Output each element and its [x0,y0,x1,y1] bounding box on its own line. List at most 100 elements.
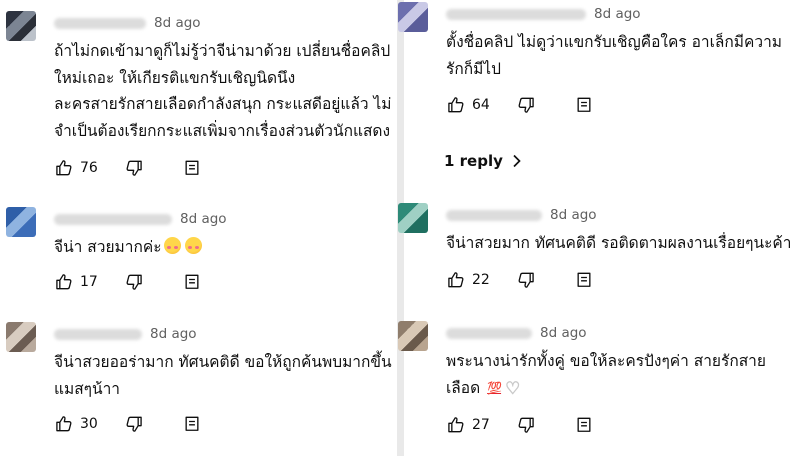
reply-button[interactable] [574,415,594,435]
comment-header: 8d ago [54,11,201,35]
comment-header: 8d ago [54,207,227,231]
reply-button[interactable] [182,272,202,292]
comment-time: 8d ago [540,325,587,341]
comment-reply-icon [577,417,591,432]
like-count: 64 [472,97,490,113]
comment-text: ถ้าไม่กดเข้ามาดูก็ไม่รู้ว่าจีน่ามาด้วย เ… [54,38,392,144]
author-name-blurred[interactable] [446,8,586,20]
comment-text: ตั้งชื่อคลิป ไม่ดูว่าแขกรับเชิญคือใคร อา… [446,29,782,82]
reply-button[interactable] [574,95,594,115]
thumbs-down-icon [126,416,142,432]
thumbs-down-icon [126,160,142,176]
comment-actions: 22 [446,269,594,291]
avatar[interactable] [6,322,36,352]
comment-thread: 8d ago จีน่าสวยออร่ามาก ทัศนคติดี ขอให้ถ… [6,322,396,442]
comment-actions: 27 [446,414,594,436]
like-count: 22 [472,272,490,288]
avatar[interactable] [398,2,428,32]
dislike-button[interactable] [516,415,536,435]
comment-reply-icon [185,274,199,289]
author-name-blurred[interactable] [54,17,146,29]
dislike-button[interactable] [124,158,144,178]
comment-line: จีน่า สวยมากค่ะ [54,238,162,256]
comment-actions: 30 [54,413,202,435]
thumbs-down-icon [518,272,534,288]
comment-text: พระนางน่ารักทั้งคู่ ขอให้ละครปังๆค่า สาย… [446,348,766,402]
avatar[interactable] [6,207,36,237]
comment-text: จีน่าสวยมาก ทัศนคติดี รอติดตามผลงานเรื่อ… [446,230,791,257]
white-heart-icon: ♡ [505,378,521,399]
comment-text: จีน่า สวยมากค่ะ [54,234,202,261]
comment-line: แมสๆน้าา [54,379,120,398]
like-button[interactable]: 17 [54,272,98,292]
comment-line-with-emoji: จีน่า สวยมากค่ะ [54,234,202,261]
chevron-right-icon [513,154,521,168]
comment-line: เลือด [446,378,481,397]
thumbs-up-icon [56,416,72,432]
thumbs-up-icon [448,97,464,113]
dislike-button[interactable] [124,272,144,292]
comment-line: ละครสายรักสายเลือดกำลังสนุก กระแสดีอยู่แ… [54,95,392,113]
comment-reply-icon [185,160,199,175]
smiling-face-with-hearts-icon [184,237,202,254]
comment-time: 8d ago [550,207,597,223]
hundred-points-icon: 💯 [487,380,502,395]
comment-actions: 64 [446,94,594,116]
comment-time: 8d ago [180,211,227,227]
comment-text: จีน่าสวยออร่ามาก ทัศนคติดี ขอให้ถูกค้นพบ… [54,349,392,402]
author-name-blurred[interactable] [446,209,542,221]
thumbs-up-icon [448,272,464,288]
avatar[interactable] [6,11,36,41]
thumbs-down-icon [518,97,534,113]
thumbs-down-icon [518,417,534,433]
comment-line: ถ้าไม่กดเข้ามาดูก็ไม่รู้ว่าจีน่ามาด้วย เ… [54,42,391,60]
reply-button[interactable] [182,414,202,434]
comment-line: ตั้งชื่อคลิป ไม่ดูว่าแขกรับเชิญคือใคร อา… [446,33,783,51]
comment-thread: 8d ago ตั้งชื่อคลิป ไม่ดูว่าแขกรับเชิญคื… [398,2,798,132]
like-button[interactable]: 22 [446,270,490,290]
reply-button[interactable] [574,270,594,290]
like-count: 27 [472,417,490,433]
comment-thread: 8d ago ถ้าไม่กดเข้ามาดูก็ไม่รู้ว่าจีน่าม… [6,11,396,183]
like-button[interactable]: 64 [446,95,490,115]
comment-line: ใหม่เถอะ ให้เกียรติแขกรับเชิญนิดนึง [54,68,296,87]
comment-reply-icon [577,97,591,112]
view-replies-button[interactable]: 1 reply [444,152,522,170]
comment-time: 8d ago [594,6,641,22]
comment-header: 8d ago [54,322,197,346]
dislike-button[interactable] [516,95,536,115]
comment-line: จำเป็นต้องเรียกกระแสเพิ่มจากเรื่องส่วนตั… [54,121,391,140]
author-name-blurred[interactable] [54,213,172,225]
avatar[interactable] [398,203,428,233]
comment-line-with-emoji: เลือด 💯 ♡ [446,375,766,403]
comment-time: 8d ago [150,326,197,342]
dislike-button[interactable] [124,414,144,434]
comment-header: 8d ago [446,321,587,345]
like-button[interactable]: 27 [446,415,490,435]
comment-time: 8d ago [154,15,201,31]
comment-thread: 8d ago จีน่าสวยมาก ทัศนคติดี รอติดตามผลง… [398,203,798,298]
author-name-blurred[interactable] [446,327,532,339]
comment-actions: 76 [54,157,202,179]
replies-label: 1 reply [444,152,503,170]
like-button[interactable]: 76 [54,158,98,178]
comment-header: 8d ago [446,203,597,227]
author-name-blurred[interactable] [54,328,142,340]
comment-actions: 17 [54,271,202,293]
dislike-button[interactable] [516,270,536,290]
comment-reply-icon [577,272,591,287]
like-count: 76 [80,160,98,176]
like-count: 30 [80,416,98,432]
avatar[interactable] [398,321,428,351]
like-button[interactable]: 30 [54,414,98,434]
thumbs-up-icon [448,417,464,433]
thumbs-up-icon [56,160,72,176]
reply-button[interactable] [182,158,202,178]
like-count: 17 [80,274,98,290]
thumbs-down-icon [126,274,142,290]
comment-line: จีน่าสวยมาก ทัศนคติดี รอติดตามผลงานเรื่อ… [446,234,792,252]
smiling-face-with-hearts-icon [163,237,181,254]
comment-reply-icon [185,416,199,431]
thumbs-up-icon [56,274,72,290]
comment-line: จีน่าสวยออร่ามาก ทัศนคติดี ขอให้ถูกค้นพบ… [54,353,392,371]
